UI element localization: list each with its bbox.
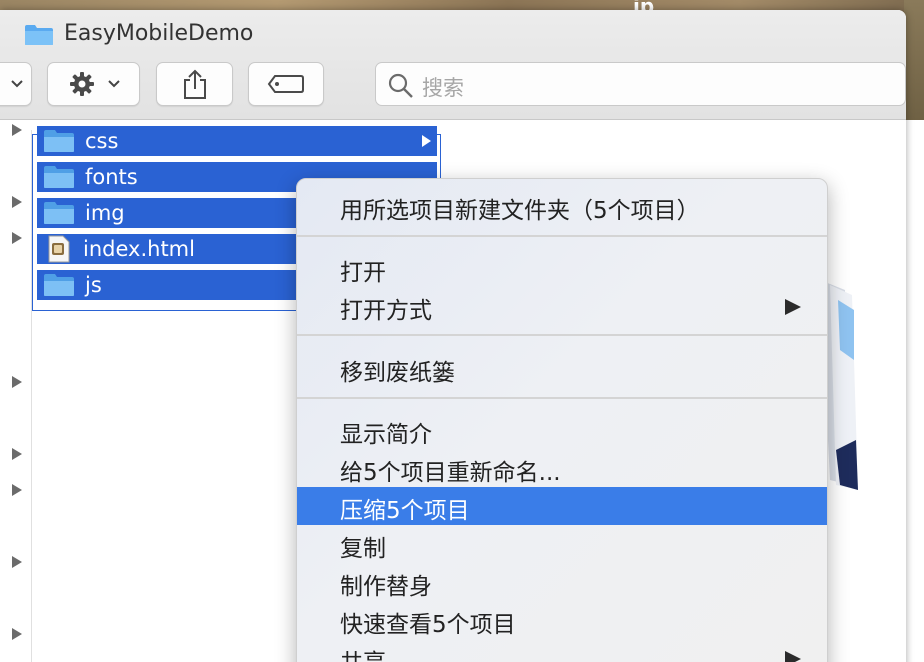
tag-icon <box>267 75 304 93</box>
menu-item-duplicate[interactable]: 复制 <box>297 525 827 563</box>
folder-icon <box>44 274 74 296</box>
menu-item-quick-look[interactable]: 快速查看5个项目 <box>297 601 827 639</box>
menu-item-compress[interactable]: 压缩5个项目 <box>297 487 827 525</box>
search-icon <box>388 73 413 98</box>
disclosure-arrow-icon[interactable] <box>12 124 22 136</box>
menu-separator <box>297 334 827 336</box>
window-title: EasyMobileDemo <box>64 21 254 46</box>
menu-item-new-folder-with-selection[interactable]: 用所选项目新建文件夹（5个项目） <box>297 187 827 225</box>
share-icon <box>183 69 206 99</box>
disclosure-arrow-icon[interactable] <box>12 556 22 568</box>
chevron-down-icon <box>11 80 23 88</box>
folder-icon <box>44 166 74 188</box>
menu-item-get-info[interactable]: 显示简介 <box>297 411 827 449</box>
menu-item-move-to-trash[interactable]: 移到废纸篓 <box>297 349 827 387</box>
menu-item-open-with[interactable]: 打开方式 <box>297 287 827 325</box>
submenu-arrow-icon <box>785 299 801 315</box>
action-gear-button[interactable] <box>47 62 140 106</box>
gear-icon <box>69 72 94 96</box>
menu-separator <box>297 397 827 399</box>
disclosure-arrow-icon[interactable] <box>12 376 22 388</box>
disclosure-arrow-icon[interactable] <box>12 448 22 460</box>
tags-button[interactable] <box>248 62 324 106</box>
column-divider <box>31 130 32 662</box>
context-menu: 用所选项目新建文件夹（5个项目） 打开 打开方式 移到废纸篓 显示简介 给5个项… <box>296 178 828 662</box>
share-button[interactable] <box>156 62 233 106</box>
title-toolbar-area: EasyMobileDemo 搜索 <box>0 10 906 120</box>
file-name: img <box>85 201 125 225</box>
menu-separator <box>297 235 827 237</box>
folder-icon <box>44 130 74 152</box>
menu-item-share[interactable]: 共享 <box>297 639 827 662</box>
file-name: css <box>85 129 119 153</box>
file-row-css[interactable]: css <box>37 126 437 156</box>
disclosure-arrow-icon[interactable] <box>12 196 22 208</box>
desktop-wallpaper-edge <box>904 0 924 120</box>
html-file-icon <box>48 235 70 263</box>
disclosure-arrow-icon[interactable] <box>12 628 22 640</box>
folder-icon <box>25 25 53 45</box>
file-name: fonts <box>85 165 138 189</box>
menu-item-make-alias[interactable]: 制作替身 <box>297 563 827 601</box>
search-field[interactable]: 搜索 <box>375 62 906 106</box>
chevron-down-icon <box>107 80 120 88</box>
disclosure-arrow-icon[interactable] <box>422 135 431 147</box>
file-name: index.html <box>83 237 195 261</box>
disclosure-arrow-icon[interactable] <box>12 232 22 244</box>
file-name: js <box>85 273 102 297</box>
search-placeholder: 搜索 <box>422 76 464 100</box>
view-options-button[interactable] <box>0 62 32 106</box>
folder-icon <box>44 202 74 224</box>
finder-window: EasyMobileDemo 搜索 css fonts img index.ht… <box>0 10 906 662</box>
menu-item-rename[interactable]: 给5个项目重新命名... <box>297 449 827 487</box>
disclosure-arrow-icon[interactable] <box>12 484 22 496</box>
menu-item-open[interactable]: 打开 <box>297 249 827 287</box>
submenu-arrow-icon <box>785 651 801 662</box>
